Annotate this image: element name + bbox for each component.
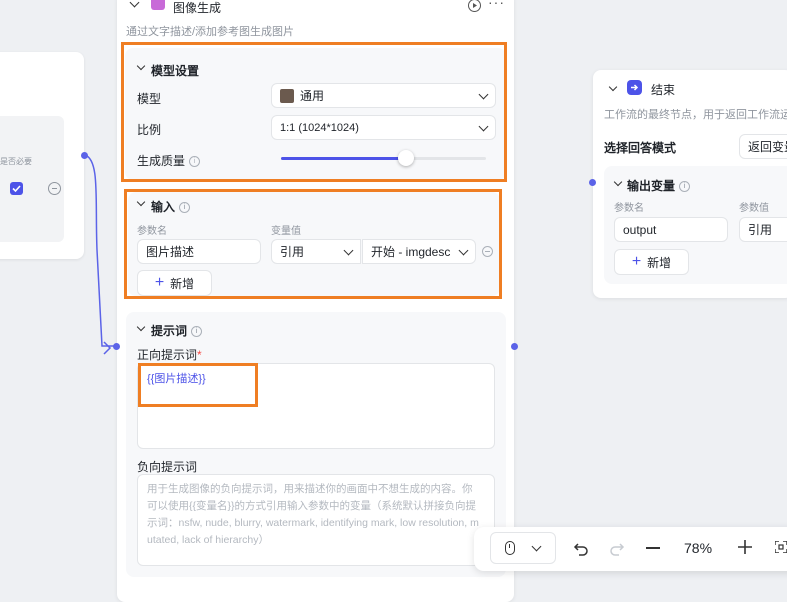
end-node-description: 工作流的最终节点，用于返回工作流运 <box>604 109 787 121</box>
highlight-model-settings <box>121 42 507 182</box>
prompt-heading: 提示词 i <box>151 322 203 339</box>
negative-prompt-textarea[interactable]: 用于生成图像的负向提示词，用来描述你的画面中不想生成的内容。你可以使用{{变量名… <box>137 474 495 566</box>
fit-view-icon[interactable] <box>774 540 787 554</box>
answer-mode-select[interactable]: 返回变量 <box>739 134 787 159</box>
interaction-mode-select[interactable] <box>490 532 556 564</box>
info-icon: i <box>679 181 691 193</box>
positive-prompt-label: 正向提示词* <box>137 348 202 362</box>
zoom-out-icon[interactable] <box>646 547 660 549</box>
negative-prompt-placeholder: 用于生成图像的负向提示词，用来描述你的画面中不想生成的内容。你可以使用{{变量名… <box>147 483 479 546</box>
output-param-value-header: 参数值 <box>739 203 769 214</box>
highlight-input <box>124 189 502 299</box>
required-mark: * <box>197 348 202 362</box>
run-node-icon[interactable] <box>468 0 481 12</box>
left-node-output-port[interactable] <box>81 152 88 159</box>
redo-icon[interactable] <box>609 540 625 556</box>
undo-icon[interactable] <box>573 540 589 556</box>
image-node-input-port[interactable] <box>113 343 120 350</box>
image-node-icon <box>151 0 165 10</box>
info-icon: i <box>191 326 203 338</box>
plus-icon: + <box>631 253 642 270</box>
node-title: 图像生成 <box>173 1 222 15</box>
highlight-positive-prompt <box>138 363 258 407</box>
end-node-input-port[interactable] <box>589 179 596 186</box>
add-output-button[interactable]: + 新增 <box>614 249 689 275</box>
output-param-name-header: 参数名 <box>614 203 644 214</box>
remove-param-icon[interactable] <box>48 182 61 195</box>
zoom-level[interactable]: 78% <box>684 540 712 556</box>
required-checkbox[interactable] <box>10 182 23 195</box>
image-node-output-port[interactable] <box>511 343 518 350</box>
answer-mode-label: 选择回答模式 <box>604 141 677 155</box>
mouse-icon <box>505 541 515 555</box>
left-node-params: 是否必要 <box>0 116 64 242</box>
end-node-icon <box>627 80 642 95</box>
chevron-down-icon <box>531 541 542 552</box>
left-node[interactable]: 是否必要 <box>0 52 84 259</box>
zoom-in-icon[interactable] <box>738 540 752 554</box>
end-node-title: 结束 <box>651 83 676 97</box>
node-description: 通过文字描述/添加参考图生成图片 <box>126 26 295 38</box>
negative-prompt-label: 负向提示词 <box>137 460 198 474</box>
required-header: 是否必要 <box>0 157 32 166</box>
output-ref-select[interactable]: 引用 <box>739 217 787 242</box>
output-heading: 输出变量 i <box>627 177 691 194</box>
output-name-input[interactable]: output <box>614 217 728 242</box>
more-options-icon[interactable]: ··· <box>488 0 505 10</box>
